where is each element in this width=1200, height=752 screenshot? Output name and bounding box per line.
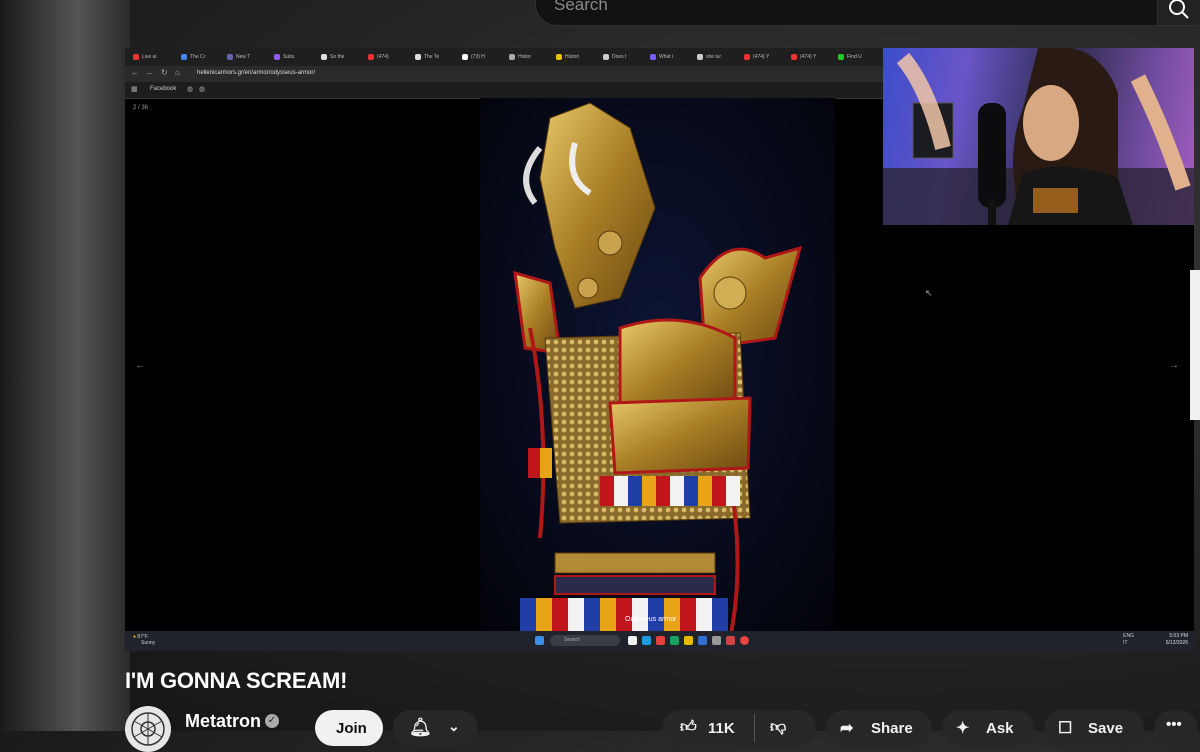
weather-desc: Sunny [141,640,156,646]
next-image-arrow[interactable]: → [1169,360,1179,371]
windows-taskbar: ● 87°F Sunny Search ENG IT 5:03 PM 5/12/… [125,631,1194,651]
tab-label: Does t [612,54,627,60]
weather-widget[interactable]: ● 87°F Sunny [133,634,155,646]
reload-icon[interactable]: ↻ [161,68,168,77]
ask-label: Ask [986,720,1014,737]
apps-grid-icon[interactable]: ▦ [131,85,138,93]
join-button[interactable]: Join [315,710,383,746]
tab-label: So the [330,54,345,60]
app-icon[interactable] [726,636,735,645]
share-label: Share [871,720,913,737]
taskbar-search[interactable]: Search [550,635,620,646]
left-background-shade [0,0,130,731]
image-caption: Odysseus armor [625,616,677,623]
tab-label: Histor [518,54,532,60]
scrollbar[interactable] [1190,270,1200,420]
search-input[interactable]: Search [554,0,608,15]
search-button[interactable] [1157,0,1200,26]
ask-button[interactable]: ✦ Ask [942,710,1034,746]
language-indicator[interactable]: ENG IT [1123,633,1134,647]
bell-icon: 🔔︎ [409,717,432,737]
save-icon: ☐ [1058,720,1073,737]
app-icon[interactable] [698,636,707,645]
start-icon[interactable] [535,636,544,645]
subscribe-bell-button[interactable]: 🔔︎ ⌄ [393,710,478,746]
metatron-logo-icon [131,712,165,746]
tab-label: Live ai [142,54,157,60]
more-icon: ••• [1166,716,1182,733]
search-icon [1169,0,1189,19]
dislike-icon[interactable]: 👎︎ [770,718,786,737]
lang-top: ENG [1123,633,1134,639]
mouse-cursor-icon: ↖ [925,288,933,298]
clock-date: 5/12/2026 [1165,640,1188,646]
save-label: Save [1088,720,1124,737]
url-field[interactable]: hellenicarmors.gr/en/armor/odysseus-armo… [197,70,315,76]
lang-bottom: IT [1123,640,1128,646]
clock[interactable]: 5:03 PM 5/12/2026 [1166,633,1188,647]
chrome-icon[interactable] [656,636,665,645]
weather-icon: ● [133,634,137,640]
forward-icon[interactable]: → [145,68,153,77]
video-title: I'M GONNA SCREAM! [125,668,348,693]
chevron-down-icon: ⌄ [448,718,460,734]
save-button[interactable]: ☐ Save [1044,710,1144,746]
tab-label: (73) H [471,54,485,60]
share-icon: ➦ [840,720,854,737]
tab-label: What i [659,54,674,60]
search-box[interactable]: Search [535,0,1162,26]
tab-label: (474) Y [753,54,770,60]
tab-label: Find U [847,54,862,60]
tab-label: The Cr [190,54,206,60]
like-icon[interactable]: 👍︎ [680,718,697,737]
task-view-icon[interactable] [628,636,637,645]
tab-label: (474) [377,54,389,60]
app-icon[interactable] [712,636,721,645]
tab-label: (474) Y [800,54,817,60]
tab-label: Histori [565,54,580,60]
streamer-webcam-illustration [883,48,1194,225]
join-label: Join [336,720,367,737]
home-icon[interactable]: ⌂ [175,68,180,77]
like-count: 11K [708,720,735,737]
armor-photo [480,98,835,639]
tab-label: she lur [706,54,722,60]
more-actions-button[interactable]: ••• [1154,710,1198,746]
webcam-overlay [883,48,1194,225]
edge-icon[interactable] [642,636,651,645]
chrome-icon[interactable] [740,636,749,645]
sparkle-icon: ✦ [956,720,970,737]
tab-label: The Te [424,54,440,60]
divider [754,714,755,742]
channel-name[interactable]: Metatron [185,711,261,732]
bookmark-icon[interactable]: ◍ [187,85,193,93]
tab-label: New T [236,54,251,60]
image-counter: 2 / 36 [133,105,149,111]
share-button[interactable]: ➦ Share [826,710,932,746]
verified-icon: ✓ [265,714,279,728]
like-dislike-segment[interactable]: 👍︎ 11K 👎︎ [662,710,816,746]
prev-image-arrow[interactable]: ← [135,360,145,371]
back-icon[interactable]: ← [131,68,139,77]
bookmark-facebook[interactable]: Facebook [150,86,176,92]
odysseus-armor-illustration [513,102,803,639]
tab-label: Subs [283,54,295,60]
clock-time: 5:03 PM [1169,633,1188,639]
channel-avatar[interactable] [125,706,171,752]
app-icon[interactable] [670,636,679,645]
file-explorer-icon[interactable] [684,636,693,645]
bookmark-icon[interactable]: ◍ [199,85,205,93]
